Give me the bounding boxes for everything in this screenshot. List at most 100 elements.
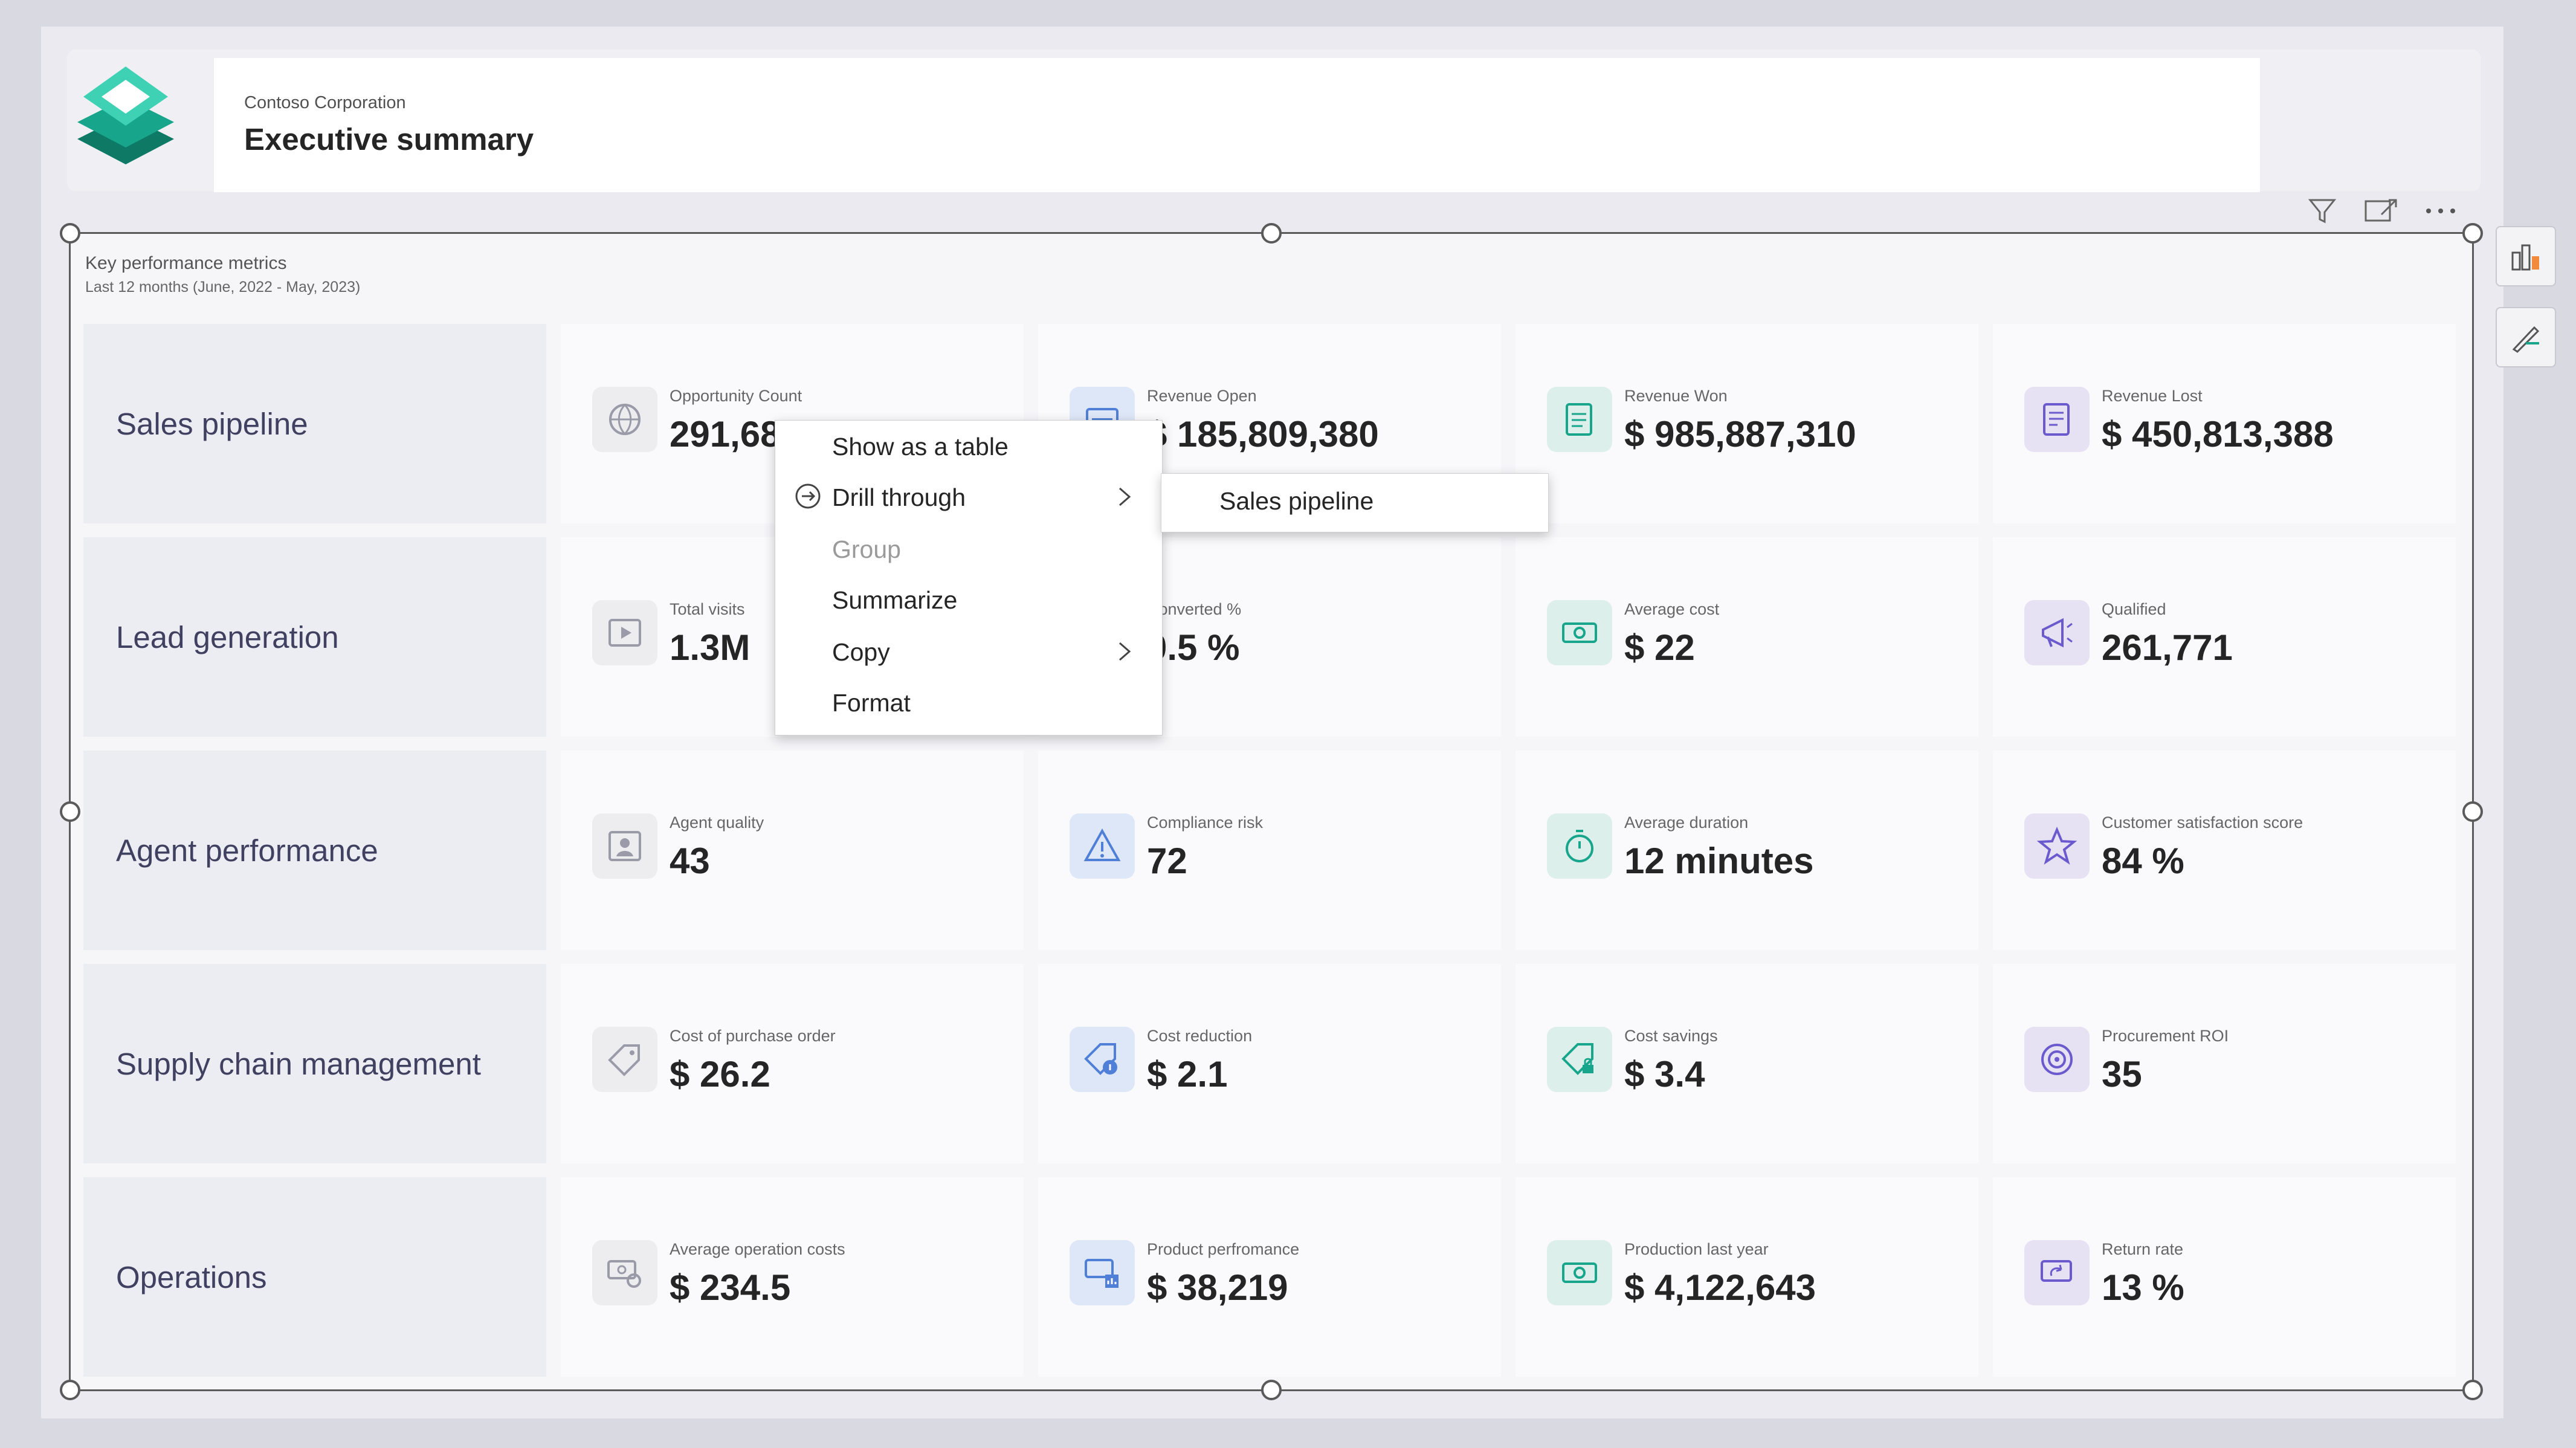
kpi-label: Procurement ROI [2102, 1027, 2229, 1045]
menu-item-format[interactable]: Format [832, 689, 911, 717]
kpi-card[interactable]: Cost of purchase order $ 26.2 [561, 964, 1024, 1163]
kpi-label: Product perfromance [1147, 1240, 1300, 1258]
tag-lock-icon [1547, 1027, 1612, 1092]
money-chart-icon [1070, 1240, 1135, 1305]
visual-subtitle: Last 12 months (June, 2022 - May, 2023) [85, 279, 361, 296]
kpi-card[interactable]: Revenue Won $ 985,887,310 [1516, 324, 1978, 523]
kpi-label: Revenue Won [1624, 387, 1728, 405]
row-label-text: Lead generation [116, 619, 339, 655]
kpi-card[interactable]: Revenue Lost $ 450,813,388 [1993, 324, 2456, 523]
row-label-sales-pipeline: Sales pipeline [83, 324, 546, 523]
kpi-card[interactable]: Cost savings $ 3.4 [1516, 964, 1978, 1163]
kpi-card[interactable]: Return rate 13 % [1993, 1177, 2456, 1377]
cash-icon [1547, 600, 1612, 665]
menu-item-copy[interactable]: Copy [832, 638, 890, 667]
context-menu: Show as a table Drill through Group Summ… [775, 420, 1163, 735]
row-label-text: Sales pipeline [116, 406, 308, 441]
kpi-value: 291,68 [670, 414, 781, 454]
kpi-value: 72 [1147, 841, 1187, 881]
row-label-supply-chain: Supply chain management [83, 964, 546, 1163]
kpi-label: Qualified [2102, 600, 2166, 618]
kpi-label: Production last year [1624, 1240, 1769, 1258]
kpi-card[interactable]: Average cost $ 22 [1516, 537, 1978, 737]
kpi-value: 43 [670, 841, 710, 881]
kpi-value: $ 985,887,310 [1624, 414, 1856, 454]
receipt-icon [2024, 387, 2090, 452]
kpi-label: Average duration [1624, 813, 1749, 832]
row-label-lead-generation: Lead generation [83, 537, 546, 737]
kpi-value: $ 38,219 [1147, 1267, 1288, 1308]
kpi-value: $ 450,813,388 [2102, 414, 2334, 454]
focus-mode-icon[interactable] [2360, 193, 2403, 229]
kpi-label: Opportunity Count [670, 387, 802, 405]
kpi-card[interactable]: Agent quality 43 [561, 751, 1024, 950]
kpi-card[interactable]: Average duration 12 minutes [1516, 751, 1978, 950]
contoso-logo [65, 48, 186, 169]
menu-item-drill-through[interactable]: Drill through [832, 483, 966, 512]
visual-header-toolbar [2301, 190, 2462, 232]
kpi-card[interactable]: Product perfromance $ 38,219 [1038, 1177, 1501, 1377]
money-gear-icon [592, 1240, 657, 1305]
row-label-text: Operations [116, 1259, 267, 1294]
resize-handle-bottom[interactable] [1261, 1380, 1282, 1400]
title-panel: Contoso Corporation Executive summary [214, 58, 2260, 192]
kpi-value: $ 234.5 [670, 1267, 791, 1308]
resize-handle-left[interactable] [60, 801, 80, 822]
kpi-value: 13 % [2102, 1267, 2184, 1308]
money-return-icon [2024, 1240, 2090, 1305]
kpi-label: Average cost [1624, 600, 1720, 618]
visual-title: Key performance metrics [85, 253, 287, 273]
price-tag-icon [592, 1027, 657, 1092]
megaphone-icon [2024, 600, 2090, 665]
menu-item-group: Group [832, 535, 901, 563]
kpi-label: Compliance risk [1147, 813, 1264, 832]
filter-icon[interactable] [2301, 193, 2343, 229]
resize-handle-top[interactable] [1261, 223, 1282, 244]
kpi-card[interactable]: Production last year $ 4,122,643 [1516, 1177, 1978, 1377]
kpi-card[interactable]: Qualified 261,771 [1993, 537, 2456, 737]
format-visual-icon[interactable] [2496, 307, 2556, 367]
kpi-value: 1.3M [670, 627, 751, 668]
target-icon [2024, 1027, 2090, 1092]
row-label-text: Agent performance [116, 833, 378, 868]
kpi-value: $ 26.2 [670, 1054, 770, 1094]
kpi-card[interactable]: Compliance risk 72 [1038, 751, 1501, 950]
cash-icon [1547, 1240, 1612, 1305]
kpi-label: Cost reduction [1147, 1027, 1253, 1045]
build-visual-icon[interactable] [2496, 226, 2556, 286]
kpi-label: Cost of purchase order [670, 1027, 836, 1045]
resize-handle-bottom-left[interactable] [60, 1380, 80, 1400]
resize-handle-top-right[interactable] [2462, 223, 2483, 244]
kpi-card[interactable]: Customer satisfaction score 84 % [1993, 751, 2456, 950]
globe-network-icon [592, 387, 657, 452]
page-title: Executive summary [244, 122, 534, 157]
menu-item-summarize[interactable]: Summarize [832, 586, 957, 615]
person-card-icon [592, 813, 657, 879]
kpi-label: Customer satisfaction score [2102, 813, 2303, 832]
star-icon [2024, 813, 2090, 879]
play-video-icon [592, 600, 657, 665]
kpi-value: 35 [2102, 1054, 2142, 1094]
resize-handle-top-left[interactable] [60, 223, 80, 244]
submenu-item-sales-pipeline[interactable]: Sales pipeline [1219, 487, 1374, 516]
warning-icon [1070, 813, 1135, 879]
menu-item-show-as-table[interactable]: Show as a table [832, 433, 1009, 461]
kpi-value: 12 minutes [1624, 841, 1814, 881]
kpi-value: $ 185,809,380 [1147, 414, 1379, 454]
kpi-card[interactable]: Average operation costs $ 234.5 [561, 1177, 1024, 1377]
row-label-text: Supply chain management [116, 1046, 481, 1081]
chevron-right-icon [1114, 482, 1135, 511]
kpi-label: Total visits [670, 600, 745, 618]
kpi-label: Revenue Lost [2102, 387, 2203, 405]
resize-handle-right[interactable] [2462, 801, 2483, 822]
checklist-icon [1547, 387, 1612, 452]
kpi-card[interactable]: Cost reduction $ 2.1 [1038, 964, 1501, 1163]
more-options-icon[interactable] [2419, 193, 2462, 229]
kpi-label: Revenue Open [1147, 387, 1257, 405]
kpi-value: $ 4,122,643 [1624, 1267, 1816, 1308]
kpi-value: 261,771 [2102, 627, 2233, 668]
kpi-card[interactable]: Procurement ROI 35 [1993, 964, 2456, 1163]
kpi-label: Average operation costs [670, 1240, 845, 1258]
resize-handle-bottom-right[interactable] [2462, 1380, 2483, 1400]
row-label-agent-performance: Agent performance [83, 751, 546, 950]
